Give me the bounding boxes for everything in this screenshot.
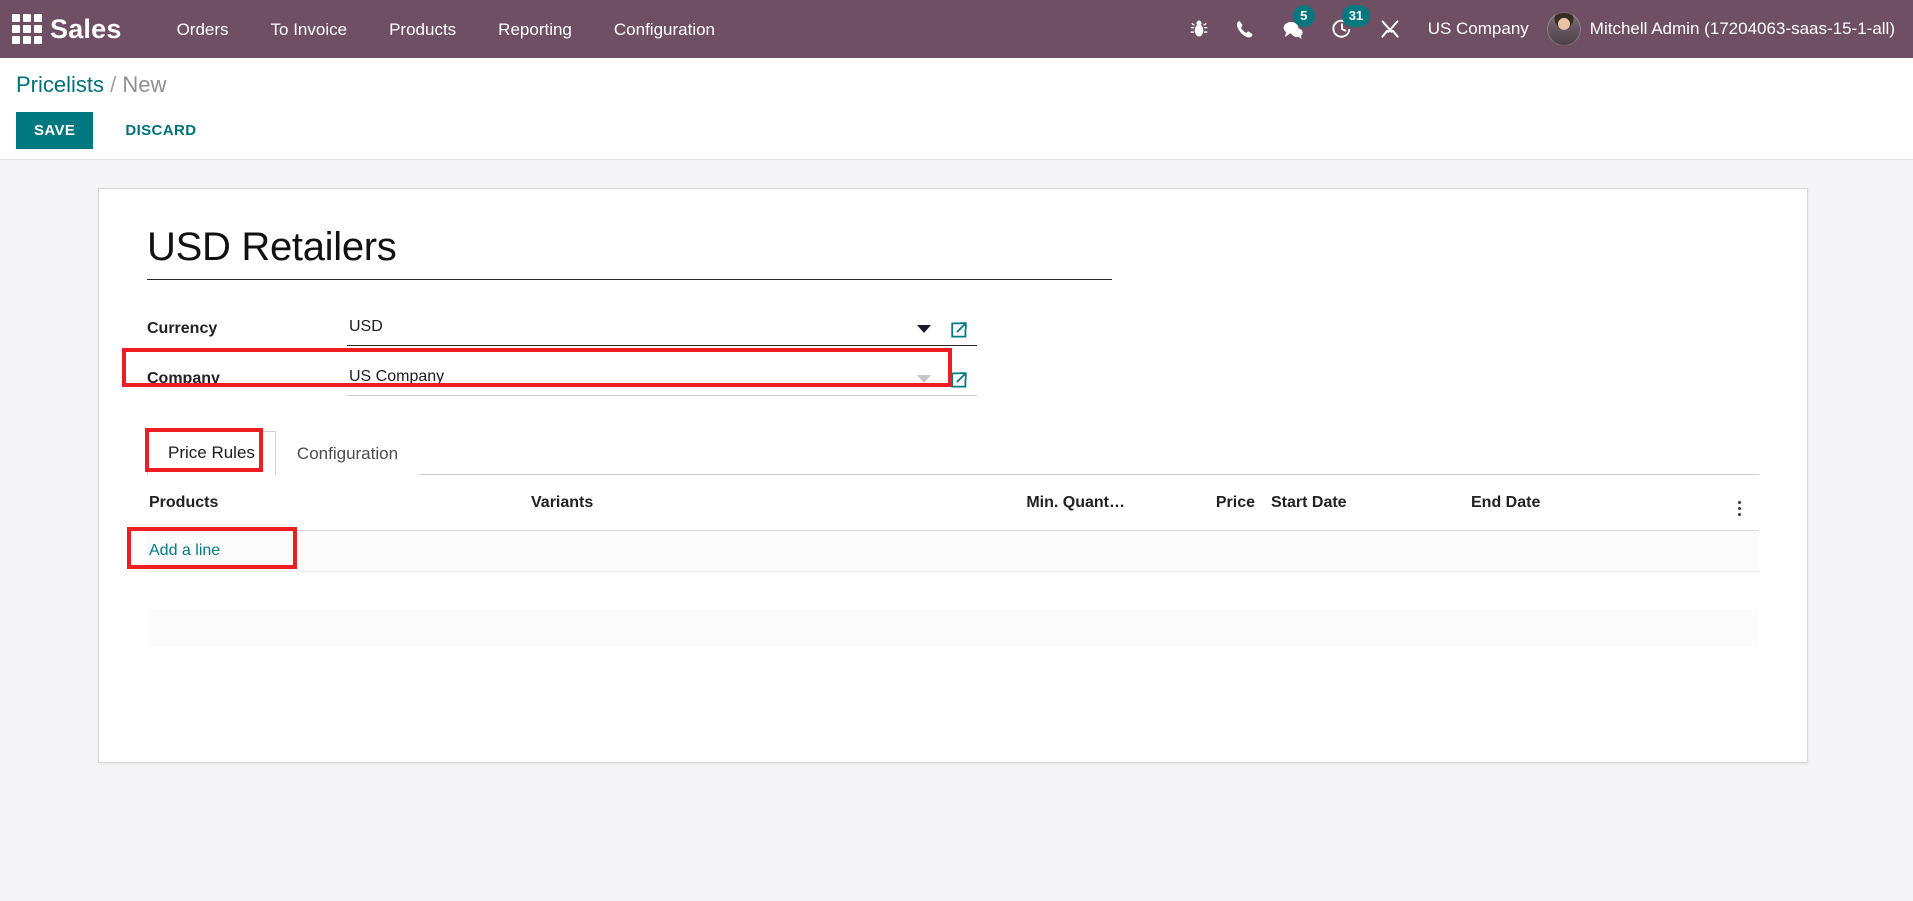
user-name-label: Mitchell Admin (17204063-saas-15-1-all) <box>1589 19 1895 38</box>
tab-configuration[interactable]: Configuration <box>275 432 420 475</box>
main-menu: Orders To Invoice Products Reporting Con… <box>156 3 736 56</box>
table-row <box>147 609 1759 648</box>
field-row-currency: Currency <box>147 304 977 347</box>
add-a-line-row: Add a line <box>127 526 1759 572</box>
phone-icon[interactable] <box>1222 0 1268 58</box>
field-row-company: Company <box>122 348 977 397</box>
avatar <box>1546 12 1581 46</box>
menu-item-configuration[interactable]: Configuration <box>593 3 736 56</box>
activities-clock-icon[interactable]: 31 <box>1318 0 1371 58</box>
column-header-start-date[interactable]: Start Date <box>1269 474 1469 531</box>
notebook-tabs: Price Rules Configuration <box>145 428 1759 475</box>
menu-item-orders[interactable]: Orders <box>156 3 250 56</box>
page-title[interactable]: USD Retailers <box>147 225 1112 281</box>
field-control-currency <box>347 316 977 347</box>
app-brand-sales[interactable]: Sales <box>50 15 122 43</box>
external-link-icon[interactable] <box>949 370 969 390</box>
price-rules-list: Products Variants Min. Quant… Price Star… <box>127 474 1759 762</box>
table-row <box>147 685 1759 724</box>
menu-item-products[interactable]: Products <box>368 3 477 56</box>
add-a-line-link[interactable]: Add a line <box>147 531 222 571</box>
active-company-label[interactable]: US Company <box>1414 19 1547 39</box>
column-header-products[interactable]: Products <box>147 474 529 531</box>
table-row <box>147 723 1759 762</box>
table-header-row: Products Variants Min. Quant… Price Star… <box>147 474 1759 531</box>
field-control-company <box>347 366 977 397</box>
column-header-end-date[interactable]: End Date <box>1469 474 1717 531</box>
top-navbar: Sales Orders To Invoice Products Reporti… <box>0 0 1913 58</box>
control-panel: Pricelists / New SAVE DISCARD <box>0 58 1913 161</box>
price-rules-table: Products Variants Min. Quant… Price Star… <box>127 474 1759 762</box>
form-sheet: USD Retailers Currency USD Company US Co… <box>98 188 1808 764</box>
field-label-currency: Currency <box>147 320 218 338</box>
chevron-down-icon[interactable] <box>917 375 931 384</box>
bug-icon[interactable] <box>1176 0 1222 58</box>
column-header-price[interactable]: Price <box>1139 474 1269 531</box>
sheet-area: USD Retailers Currency USD Company US Co… <box>0 160 1913 764</box>
record-actions: SAVE DISCARD <box>16 112 1897 150</box>
form-fields: Currency Company <box>122 304 977 397</box>
external-link-icon[interactable] <box>949 320 969 340</box>
apps-grid-icon[interactable] <box>10 14 44 44</box>
breadcrumb-separator: / <box>110 72 117 97</box>
tab-price-rules[interactable]: Price Rules <box>147 431 276 475</box>
chevron-down-icon[interactable] <box>917 325 931 334</box>
column-header-variants[interactable]: Variants <box>529 474 959 531</box>
breadcrumb-pricelists[interactable]: Pricelists <box>16 72 104 97</box>
user-menu[interactable]: Mitchell Admin (17204063-saas-15-1-all) <box>1546 12 1899 46</box>
menu-item-to-invoice[interactable]: To Invoice <box>250 3 369 56</box>
tools-wrench-icon[interactable] <box>1366 0 1414 58</box>
notebook: Price Rules Configuration Products Varia… <box>127 428 1759 762</box>
breadcrumb-current: New <box>122 72 167 97</box>
breadcrumb: Pricelists / New <box>16 72 1897 98</box>
save-button[interactable]: SAVE <box>16 112 94 150</box>
messages-badge: 5 <box>1292 5 1315 27</box>
currency-input[interactable] <box>347 316 977 347</box>
table-row <box>147 647 1759 686</box>
vertical-dots-icon[interactable] <box>1737 500 1741 516</box>
discard-button[interactable]: DISCARD <box>107 112 214 149</box>
field-label-company: Company <box>147 370 220 388</box>
table-body: Add a line <box>127 526 1759 762</box>
menu-item-reporting[interactable]: Reporting <box>477 3 593 56</box>
systray: 5 31 US Company Mitchell Admin (17204063… <box>1176 0 1899 58</box>
table-row <box>147 571 1759 610</box>
company-input[interactable] <box>347 366 977 397</box>
column-header-min-quantity[interactable]: Min. Quant… <box>959 474 1139 531</box>
messages-icon[interactable]: 5 <box>1268 0 1318 58</box>
column-options-toggle[interactable] <box>1717 474 1759 531</box>
